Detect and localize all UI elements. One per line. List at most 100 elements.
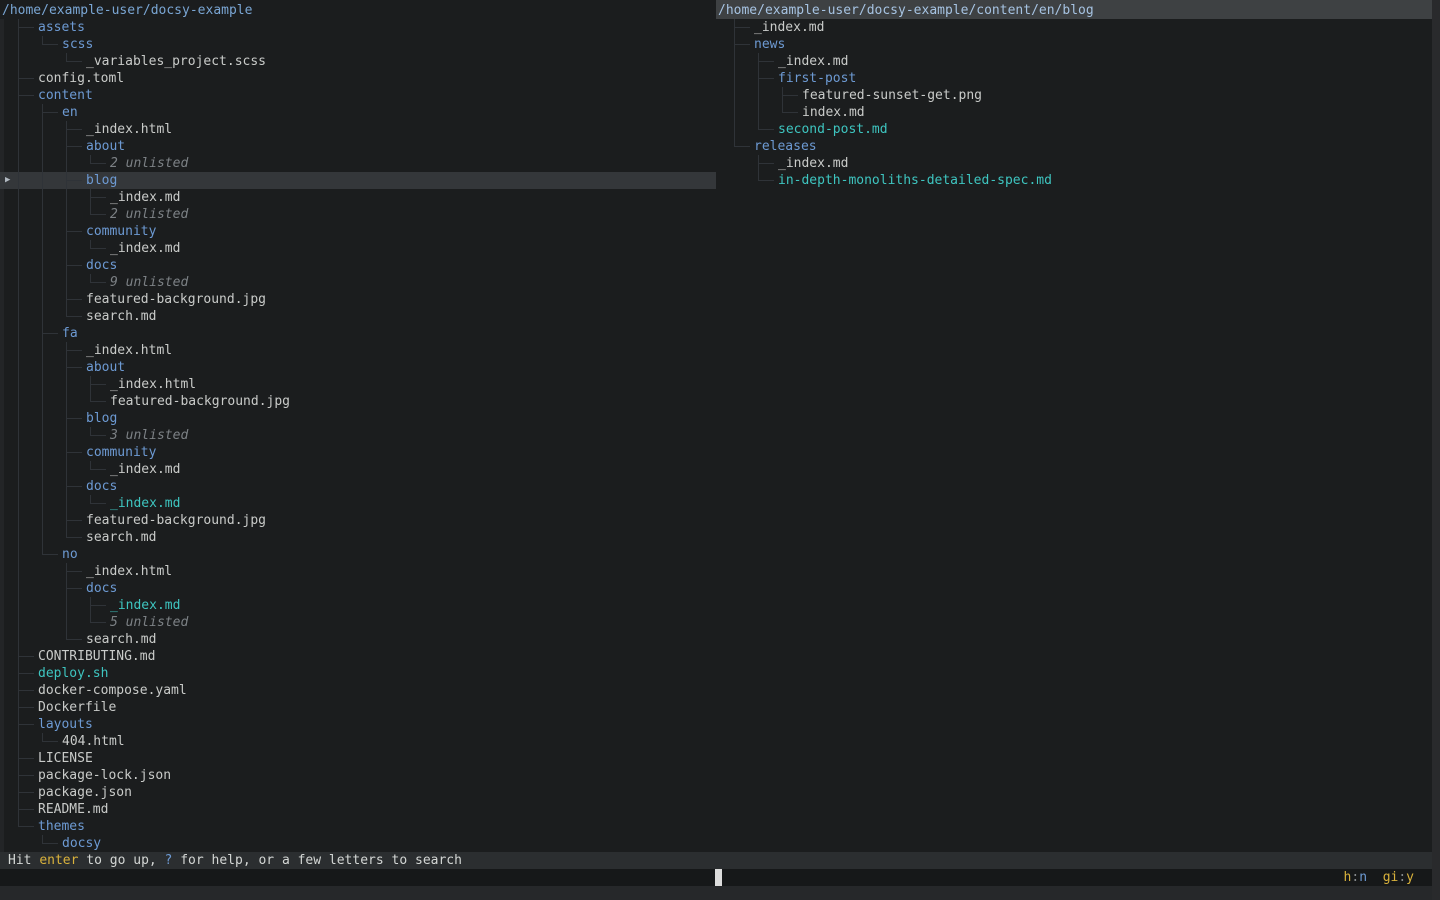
dir-label: scss bbox=[62, 36, 93, 53]
dir-label: community bbox=[86, 444, 156, 461]
tree-row[interactable]: Dockerfile bbox=[0, 699, 716, 716]
tree-row[interactable]: deploy.sh bbox=[0, 665, 716, 682]
tree-row[interactable]: search.md bbox=[0, 308, 716, 325]
dir-label: about bbox=[86, 138, 125, 155]
tree-row[interactable]: _variables_project.scss bbox=[0, 53, 716, 70]
panels: /home/example-user/docsy-example assetss… bbox=[0, 0, 1440, 852]
tree-guide bbox=[38, 274, 62, 291]
tree-row[interactable]: package.json bbox=[0, 784, 716, 801]
status-text: for help, or a few letters to search bbox=[172, 853, 462, 868]
tree-row[interactable]: second-post.md bbox=[716, 121, 1440, 138]
tree-branch bbox=[86, 206, 110, 223]
tree-row[interactable]: _index.html bbox=[0, 563, 716, 580]
tree-guide bbox=[730, 172, 754, 189]
tree-row[interactable]: featured-background.jpg bbox=[0, 291, 716, 308]
tree-branch bbox=[730, 36, 754, 53]
tree-guide bbox=[14, 308, 38, 325]
tree-row[interactable]: news bbox=[716, 36, 1440, 53]
tree-row[interactable]: fa bbox=[0, 325, 716, 342]
tree-row[interactable]: in-depth-monoliths-detailed-spec.md bbox=[716, 172, 1440, 189]
tree-row[interactable]: 9 unlisted bbox=[0, 274, 716, 291]
tree-row[interactable]: community bbox=[0, 444, 716, 461]
tree-row[interactable]: featured-background.jpg bbox=[0, 512, 716, 529]
tree-row[interactable]: docsy bbox=[0, 835, 716, 852]
file-label: _variables_project.scss bbox=[86, 53, 266, 70]
tree-branch bbox=[38, 325, 62, 342]
tree-row[interactable]: package-lock.json bbox=[0, 767, 716, 784]
tree-row[interactable]: index.md bbox=[716, 104, 1440, 121]
tree-row[interactable]: _index.md bbox=[0, 597, 716, 614]
tree-branch bbox=[86, 461, 110, 478]
tree-guide bbox=[14, 172, 38, 189]
tree-row[interactable]: docs bbox=[0, 478, 716, 495]
tree-row[interactable]: CONTRIBUTING.md bbox=[0, 648, 716, 665]
tree-row[interactable]: no bbox=[0, 546, 716, 563]
tree-row[interactable]: 3 unlisted bbox=[0, 427, 716, 444]
tree-row[interactable]: scss bbox=[0, 36, 716, 53]
tree-row[interactable]: assets bbox=[0, 19, 716, 36]
tree-branch bbox=[14, 801, 38, 818]
tree-row[interactable]: 5 unlisted bbox=[0, 614, 716, 631]
tree-row[interactable]: blog bbox=[0, 410, 716, 427]
tree-guide bbox=[730, 53, 754, 70]
tree-guide bbox=[14, 36, 38, 53]
broot-window: /home/example-user/docsy-example assetss… bbox=[0, 0, 1440, 900]
tree-row[interactable]: releases bbox=[716, 138, 1440, 155]
tree-row[interactable]: config.toml bbox=[0, 70, 716, 87]
tree-row[interactable]: 2 unlisted bbox=[0, 206, 716, 223]
tree-row[interactable]: first-post bbox=[716, 70, 1440, 87]
tree-row[interactable]: en bbox=[0, 104, 716, 121]
tree-row[interactable]: community bbox=[0, 223, 716, 240]
tree-row[interactable]: 2 unlisted bbox=[0, 155, 716, 172]
tree-row[interactable]: _index.md bbox=[716, 155, 1440, 172]
file-label: search.md bbox=[86, 631, 156, 648]
tree-row[interactable]: about bbox=[0, 138, 716, 155]
tree-row[interactable]: ▶blog bbox=[0, 172, 716, 189]
tree-guide bbox=[754, 87, 778, 104]
tree-row[interactable]: themes bbox=[0, 818, 716, 835]
tree-row[interactable]: content bbox=[0, 87, 716, 104]
file-label: featured-sunset-get.png bbox=[802, 87, 982, 104]
tree-row[interactable]: featured-sunset-get.png bbox=[716, 87, 1440, 104]
tree-row[interactable]: docker-compose.yaml bbox=[0, 682, 716, 699]
tree-row[interactable]: 404.html bbox=[0, 733, 716, 750]
dir-label: releases bbox=[754, 138, 817, 155]
tree-row[interactable]: _index.html bbox=[0, 376, 716, 393]
tree-row[interactable]: _index.md bbox=[716, 53, 1440, 70]
tree-row[interactable]: _index.html bbox=[0, 121, 716, 138]
tree-guide bbox=[62, 393, 86, 410]
tree-guide bbox=[14, 104, 38, 121]
tree-guide bbox=[14, 563, 38, 580]
tree-guide bbox=[14, 291, 38, 308]
tree-guide bbox=[14, 546, 38, 563]
tree-guide bbox=[14, 631, 38, 648]
tree-row[interactable]: docs bbox=[0, 257, 716, 274]
tree-guide bbox=[754, 104, 778, 121]
tree-row[interactable]: _index.md bbox=[0, 495, 716, 512]
tree-guide bbox=[38, 257, 62, 274]
tree-row[interactable]: LICENSE bbox=[0, 750, 716, 767]
scrollbar-track[interactable] bbox=[1432, 0, 1440, 900]
tree-row[interactable]: search.md bbox=[0, 631, 716, 648]
tree-guide bbox=[38, 631, 62, 648]
tree-row[interactable]: layouts bbox=[0, 716, 716, 733]
tree-row[interactable]: _index.md bbox=[716, 19, 1440, 36]
command-input[interactable]: :e h:n gi:y bbox=[0, 869, 1440, 886]
tree-row[interactable]: README.md bbox=[0, 801, 716, 818]
tree-guide bbox=[62, 461, 86, 478]
unlisted-count: 2 unlisted bbox=[110, 206, 188, 223]
tree-row[interactable]: _index.md bbox=[0, 189, 716, 206]
tree-guide bbox=[38, 529, 62, 546]
tree-branch bbox=[86, 274, 110, 291]
mode-hint: : bbox=[1398, 870, 1406, 885]
tree-row[interactable]: about bbox=[0, 359, 716, 376]
dir-label: layouts bbox=[38, 716, 93, 733]
tree-row[interactable]: search.md bbox=[0, 529, 716, 546]
tree-branch bbox=[38, 733, 62, 750]
tree-branch bbox=[778, 87, 802, 104]
tree-row[interactable]: docs bbox=[0, 580, 716, 597]
tree-row[interactable]: _index.md bbox=[0, 461, 716, 478]
tree-row[interactable]: featured-background.jpg bbox=[0, 393, 716, 410]
tree-row[interactable]: _index.html bbox=[0, 342, 716, 359]
tree-row[interactable]: _index.md bbox=[0, 240, 716, 257]
